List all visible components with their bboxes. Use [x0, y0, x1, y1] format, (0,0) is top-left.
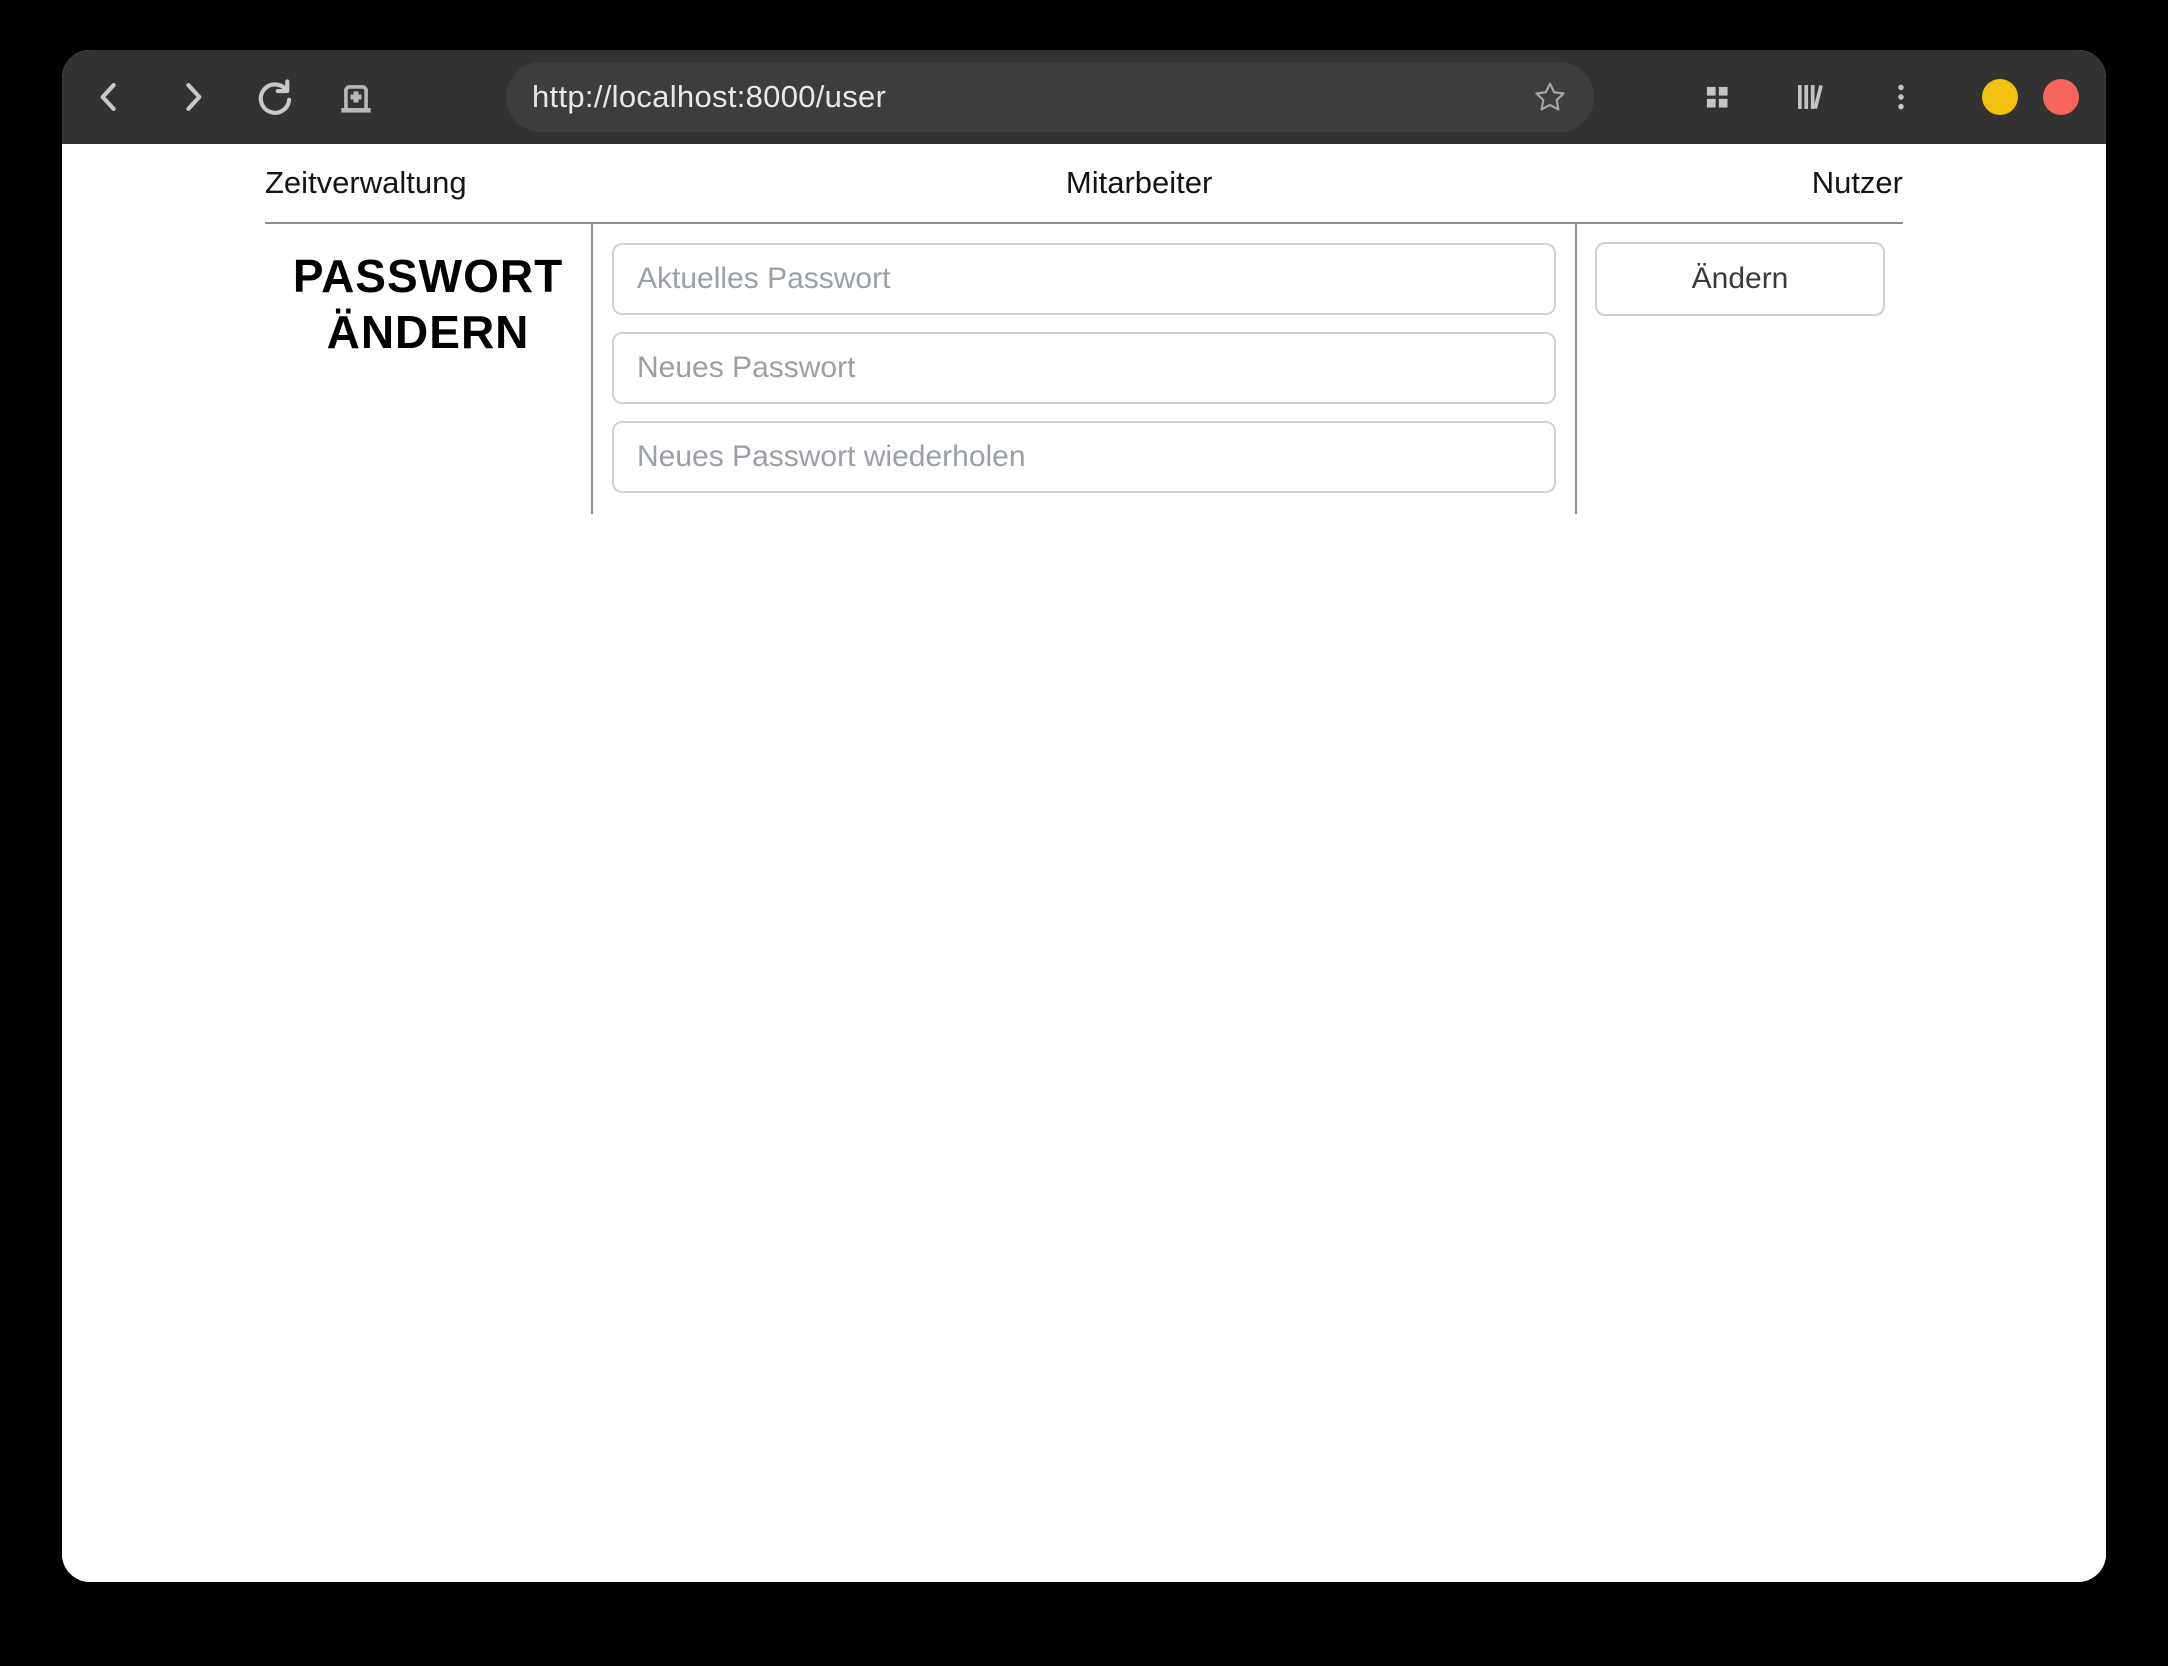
- apps-grid-button[interactable]: [1693, 73, 1741, 121]
- library-icon: [1787, 75, 1831, 119]
- url-text: http://localhost:8000/user: [532, 79, 887, 114]
- new-tab-icon: [334, 75, 378, 119]
- browser-window: http://localhost:8000/user Zeitverwaltun…: [62, 50, 2106, 1582]
- submit-column: Ändern: [1577, 224, 1903, 514]
- main-nav: Zeitverwaltung Mitarbeiter Nutzer: [265, 144, 1903, 224]
- section-title-column: PASSWORT ÄNDERN: [265, 224, 591, 514]
- apps-grid-icon: [1695, 75, 1739, 119]
- desktop-background: http://localhost:8000/user Zeitverwaltun…: [0, 0, 2168, 1666]
- current-password-input[interactable]: [612, 243, 1556, 315]
- repeat-password-input[interactable]: [612, 421, 1556, 493]
- reload-icon: [252, 75, 296, 119]
- new-tab-button[interactable]: [332, 73, 380, 121]
- bookmark-button[interactable]: [1528, 75, 1572, 119]
- nav-item-nutzer[interactable]: Nutzer: [1812, 165, 1903, 201]
- bookmark-star-icon: [1530, 77, 1570, 117]
- back-icon: [88, 75, 132, 119]
- menu-button[interactable]: [1877, 73, 1925, 121]
- forward-button[interactable]: [168, 73, 216, 121]
- new-password-input[interactable]: [612, 332, 1556, 404]
- password-section: PASSWORT ÄNDERN Ändern: [265, 224, 1903, 514]
- library-button[interactable]: [1785, 73, 1833, 121]
- reload-button[interactable]: [250, 73, 298, 121]
- back-button[interactable]: [86, 73, 134, 121]
- page-title-line1: PASSWORT: [292, 250, 564, 302]
- nav-item-mitarbeiter[interactable]: Mitarbeiter: [1066, 165, 1212, 201]
- nav-item-zeitverwaltung[interactable]: Zeitverwaltung: [265, 165, 467, 201]
- change-password-button[interactable]: Ändern: [1595, 242, 1885, 316]
- toolbar-right-group: [1693, 73, 2079, 121]
- page-title-line2: ÄNDERN: [326, 306, 530, 358]
- page-title: PASSWORT ÄNDERN: [265, 248, 591, 360]
- window-controls: [1982, 79, 2079, 115]
- menu-kebab-icon: [1879, 75, 1923, 119]
- web-page: Zeitverwaltung Mitarbeiter Nutzer PASSWO…: [62, 144, 2106, 1582]
- browser-toolbar: http://localhost:8000/user: [62, 50, 2106, 144]
- forward-icon: [170, 75, 214, 119]
- url-bar[interactable]: http://localhost:8000/user: [506, 62, 1594, 132]
- close-button[interactable]: [2043, 79, 2079, 115]
- password-form-column: [591, 224, 1577, 514]
- minimize-button[interactable]: [1982, 79, 2018, 115]
